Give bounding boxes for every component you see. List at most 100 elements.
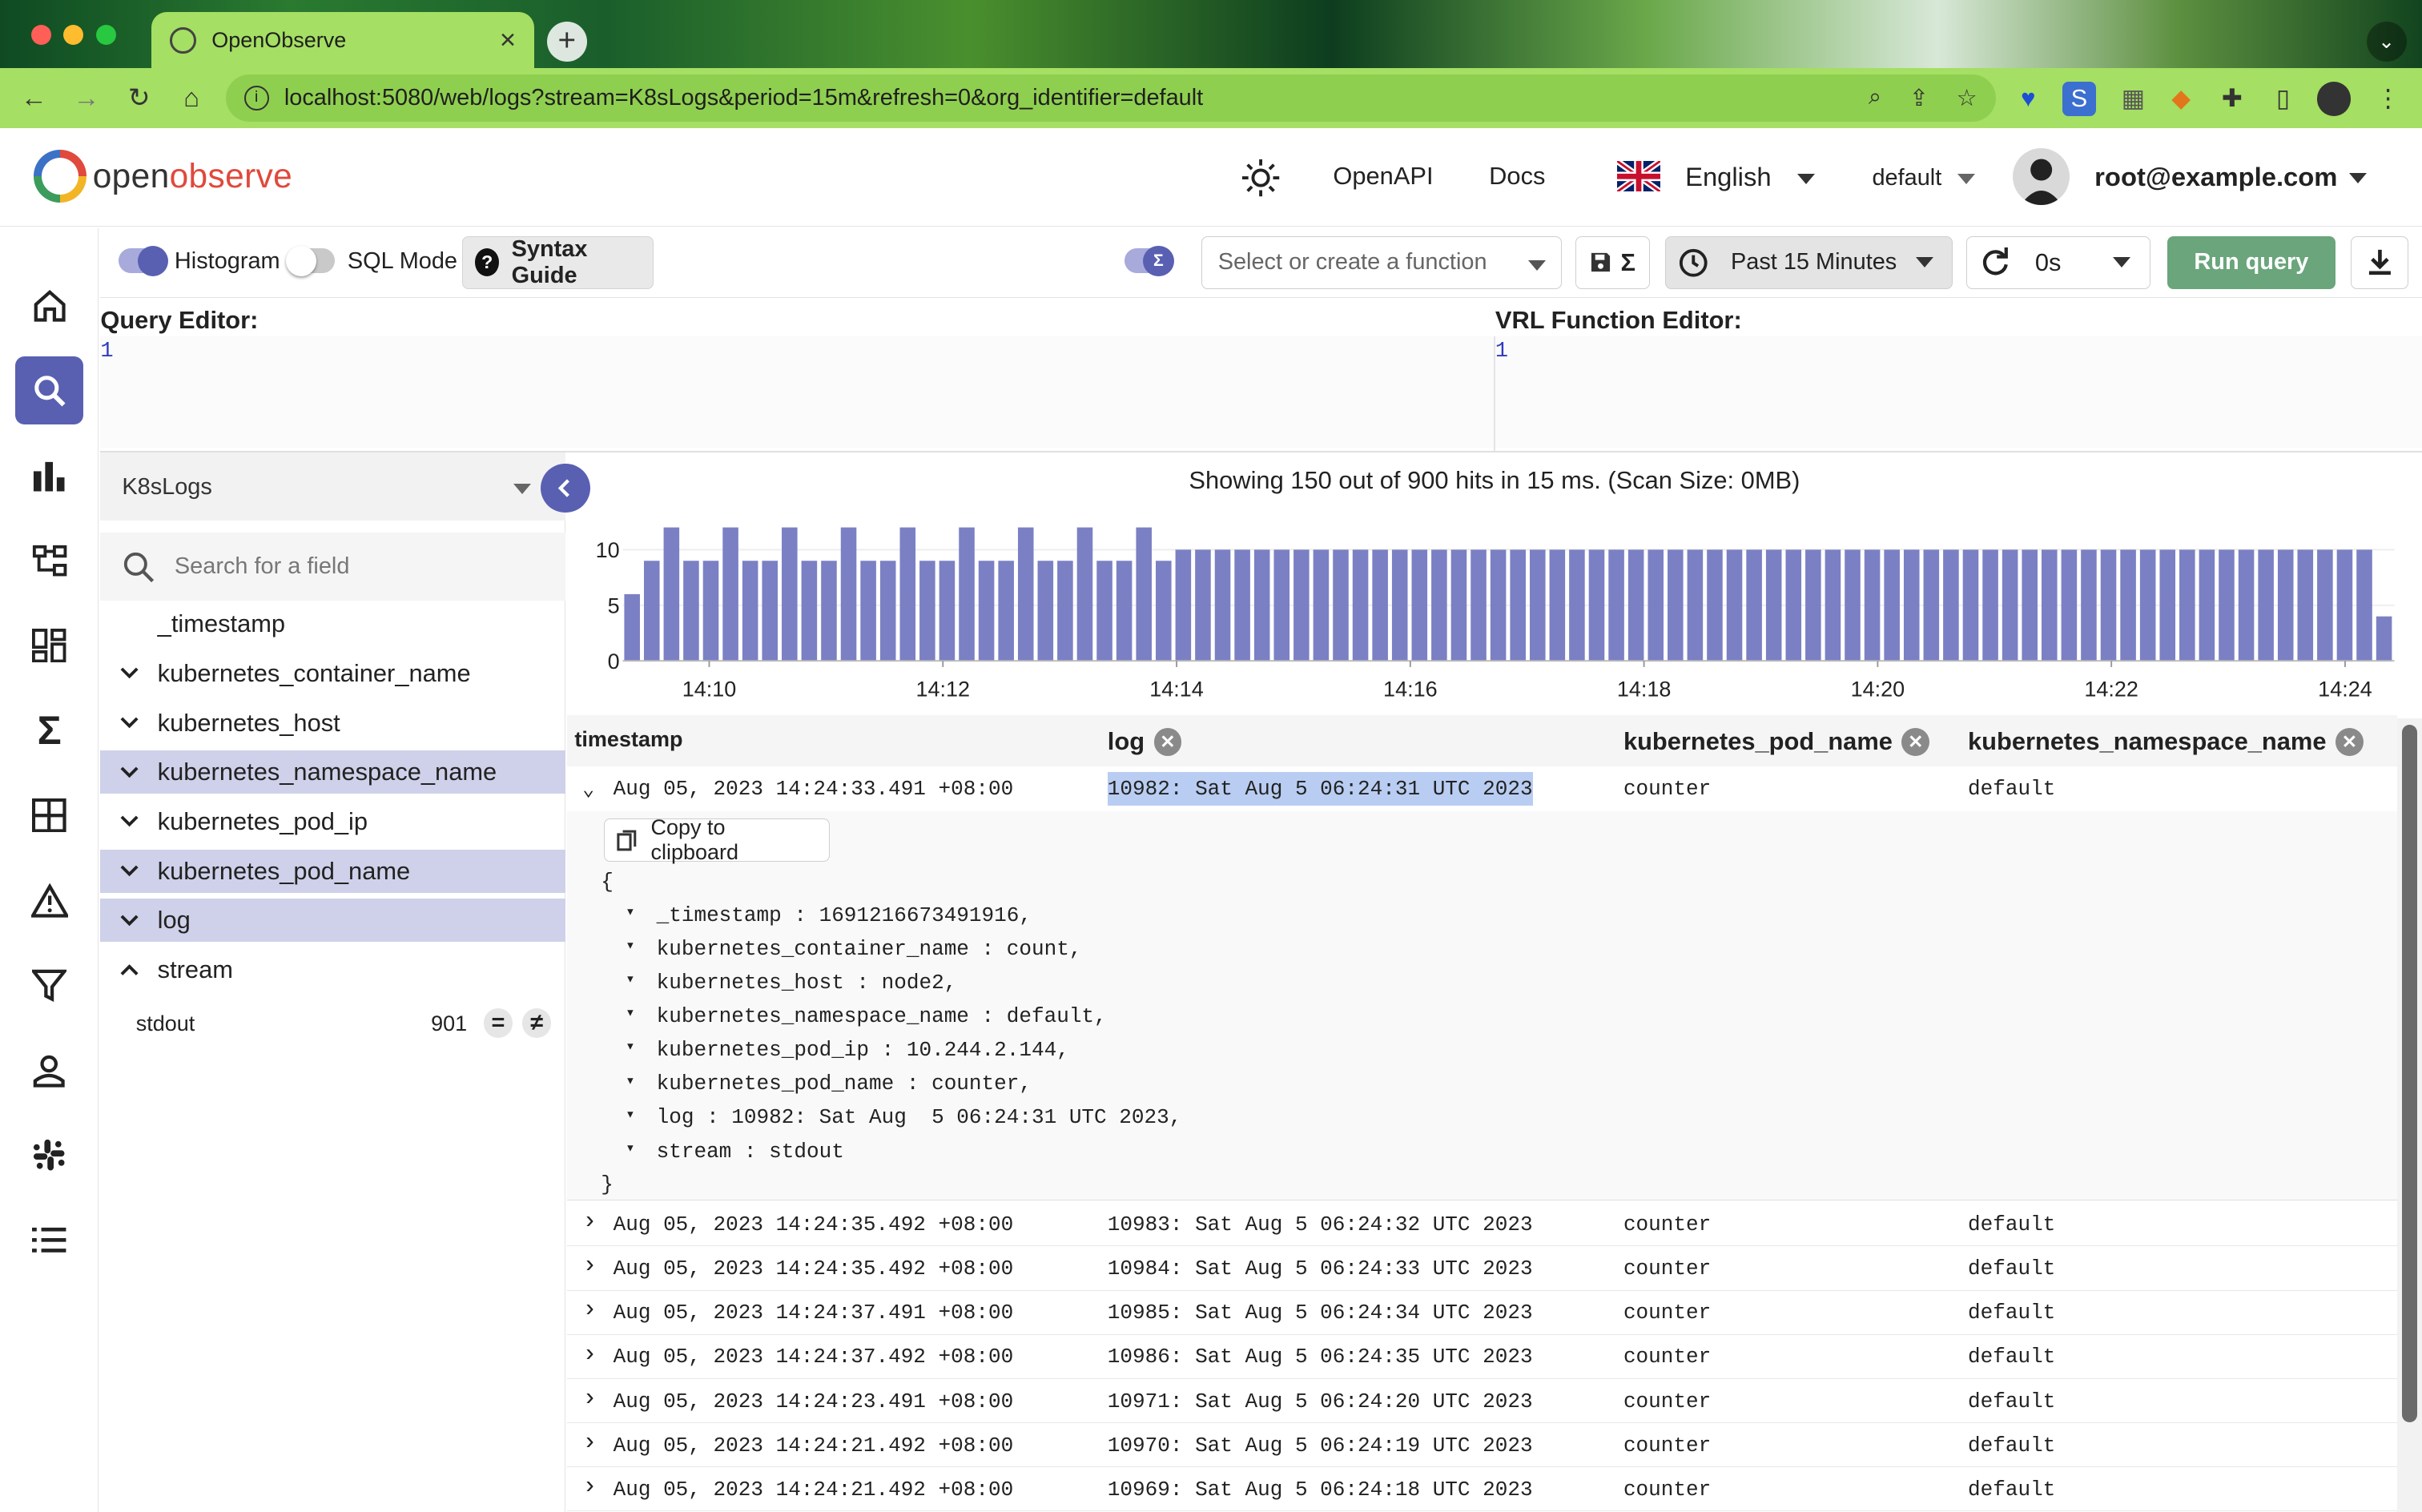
field-search-input[interactable]: Search for a field <box>100 533 565 601</box>
histogram-bar[interactable] <box>702 561 719 662</box>
home-icon[interactable]: ⌂ <box>165 82 218 113</box>
openapi-link[interactable]: OpenAPI <box>1333 162 1433 191</box>
expand-row-chevron-icon[interactable]: › <box>582 1296 597 1324</box>
collapse-row-chevron-icon[interactable]: ⌄ <box>582 777 594 802</box>
run-query-button[interactable]: Run query <box>2167 236 2336 289</box>
histogram-bar[interactable] <box>1056 561 1073 662</box>
histogram-bar[interactable] <box>1293 549 1310 662</box>
expand-row-chevron-icon[interactable]: › <box>582 1429 597 1457</box>
histogram-bar[interactable] <box>840 527 857 662</box>
histogram-bar[interactable] <box>663 527 679 662</box>
download-button[interactable] <box>2351 236 2408 289</box>
maximize-window-button[interactable] <box>95 24 116 45</box>
collapse-sidebar-button[interactable] <box>541 463 590 513</box>
field-item-log[interactable]: log <box>100 899 565 943</box>
histogram-bar[interactable] <box>1175 549 1191 662</box>
json-collapse-caret-icon[interactable]: ▾ <box>626 1138 635 1157</box>
histogram-bar[interactable] <box>1982 549 1998 662</box>
histogram-bar[interactable] <box>1687 549 1703 662</box>
table-row[interactable]: › Aug 05, 2023 14:24:35.492 +08:00 10984: … <box>566 1246 2398 1291</box>
theme-toggle-sun-icon[interactable] <box>1241 158 1281 198</box>
copy-to-clipboard-button[interactable]: Copy to clipboard <box>604 815 830 864</box>
histogram-bar[interactable] <box>2139 549 2156 662</box>
remove-column-icon[interactable]: ✕ <box>2336 728 2364 756</box>
histogram-bar[interactable] <box>2022 549 2038 662</box>
histogram-bar[interactable] <box>1627 549 1644 662</box>
column-header-log[interactable]: log ✕ <box>1108 727 1182 756</box>
expand-row-chevron-icon[interactable]: › <box>582 1208 597 1236</box>
field-item-timestamp[interactable]: _timestamp <box>100 602 565 645</box>
exclude-not-equals-button[interactable]: ≠ <box>521 1008 552 1038</box>
chevron-down-icon[interactable] <box>116 815 144 827</box>
histogram-bar[interactable] <box>2218 549 2235 662</box>
sidepanel-icon[interactable]: ▯ <box>2266 82 2299 115</box>
histogram-bar[interactable] <box>1253 549 1270 662</box>
table-row[interactable]: › Aug 05, 2023 14:24:21.492 +08:00 10970: … <box>566 1422 2398 1468</box>
histogram-bar[interactable] <box>959 527 975 662</box>
close-window-button[interactable] <box>30 24 51 45</box>
language-select[interactable]: English <box>1685 162 1815 192</box>
histogram-bar[interactable] <box>2080 549 2097 662</box>
histogram-bar[interactable] <box>1470 549 1487 662</box>
histogram-bar[interactable] <box>899 527 915 662</box>
sql-mode-toggle[interactable] <box>285 245 336 277</box>
nav-traces-icon[interactable] <box>15 527 83 595</box>
histogram-bar[interactable] <box>1194 549 1211 662</box>
histogram-bar[interactable] <box>1962 549 1979 662</box>
chevron-down-icon[interactable] <box>116 915 144 927</box>
json-collapse-caret-icon[interactable]: ▾ <box>626 1036 635 1056</box>
site-info-icon[interactable]: i <box>243 86 269 111</box>
browser-tab[interactable]: OpenObserve × <box>151 12 535 68</box>
scrollbar-thumb[interactable] <box>2401 724 2418 1423</box>
histogram-bar[interactable] <box>2041 549 2058 662</box>
histogram-bar[interactable] <box>2336 549 2353 662</box>
docs-link[interactable]: Docs <box>1489 162 1545 191</box>
expand-row-chevron-icon[interactable]: › <box>582 1473 597 1501</box>
column-header-pod-name[interactable]: kubernetes_pod_name ✕ <box>1623 727 1930 756</box>
histogram-chart[interactable]: 0 5 10 14:10 14:12 14:14 14:16 14:18 14:20 14:22 1… <box>567 514 2405 707</box>
field-item-kubernetes-host[interactable]: kubernetes_host <box>100 702 565 745</box>
uk-flag-icon[interactable] <box>1617 160 1661 192</box>
new-tab-button[interactable]: + <box>546 22 587 62</box>
extension-grid-icon[interactable]: ▦ <box>2116 82 2150 115</box>
zoom-icon[interactable]: ⌕ <box>1869 84 1881 112</box>
table-row[interactable]: › Aug 05, 2023 14:24:21.492 +08:00 10969: … <box>566 1466 2398 1512</box>
extension-metamask-icon[interactable]: ◆ <box>2164 82 2198 115</box>
browser-menu-icon[interactable]: ⋮ <box>2371 82 2404 115</box>
histogram-bar[interactable] <box>1391 549 1408 662</box>
histogram-bar[interactable] <box>801 561 817 662</box>
json-collapse-caret-icon[interactable]: ▾ <box>626 1003 635 1022</box>
nav-slack-icon[interactable] <box>15 1121 83 1189</box>
histogram-bar[interactable] <box>1923 549 1939 662</box>
remove-column-icon[interactable]: ✕ <box>1153 728 1182 756</box>
json-collapse-caret-icon[interactable]: ▾ <box>626 1071 635 1090</box>
histogram-bar[interactable] <box>1568 549 1585 662</box>
histogram-bar[interactable] <box>1430 549 1447 662</box>
openobserve-logo[interactable]: openobserve <box>34 150 292 203</box>
function-select[interactable]: Select or create a function <box>1201 236 1562 289</box>
histogram-bar[interactable] <box>820 561 837 662</box>
histogram-bar[interactable] <box>2002 549 2018 662</box>
histogram-bar[interactable] <box>1450 549 1467 662</box>
forward-icon[interactable]: → <box>60 82 113 113</box>
histogram-bar[interactable] <box>1608 549 1624 662</box>
profile-avatar-icon[interactable] <box>2316 82 2352 116</box>
histogram-bar[interactable] <box>1726 549 1743 662</box>
histogram-bar[interactable] <box>1116 561 1133 662</box>
histogram-bar[interactable] <box>1785 549 1801 662</box>
histogram-bar[interactable] <box>762 561 778 662</box>
column-header-namespace-name[interactable]: kubernetes_namespace_name ✕ <box>1968 727 2364 756</box>
chevron-down-icon[interactable] <box>116 865 144 877</box>
json-collapse-caret-icon[interactable]: ▾ <box>626 1104 635 1124</box>
table-row[interactable]: › Aug 05, 2023 14:24:23.491 +08:00 10971: … <box>566 1378 2398 1423</box>
function-toggle[interactable]: Σ <box>1124 245 1174 277</box>
histogram-bar[interactable] <box>998 561 1014 662</box>
field-item-stream[interactable]: stream <box>100 948 565 991</box>
histogram-bar[interactable] <box>1411 549 1427 662</box>
json-collapse-caret-icon[interactable]: ▾ <box>626 902 635 921</box>
histogram-bar[interactable] <box>939 561 955 662</box>
chevron-down-icon[interactable] <box>116 717 144 729</box>
histogram-bar[interactable] <box>919 561 935 662</box>
expand-row-chevron-icon[interactable]: › <box>582 1385 597 1413</box>
save-function-button[interactable]: Σ <box>1575 236 1650 289</box>
